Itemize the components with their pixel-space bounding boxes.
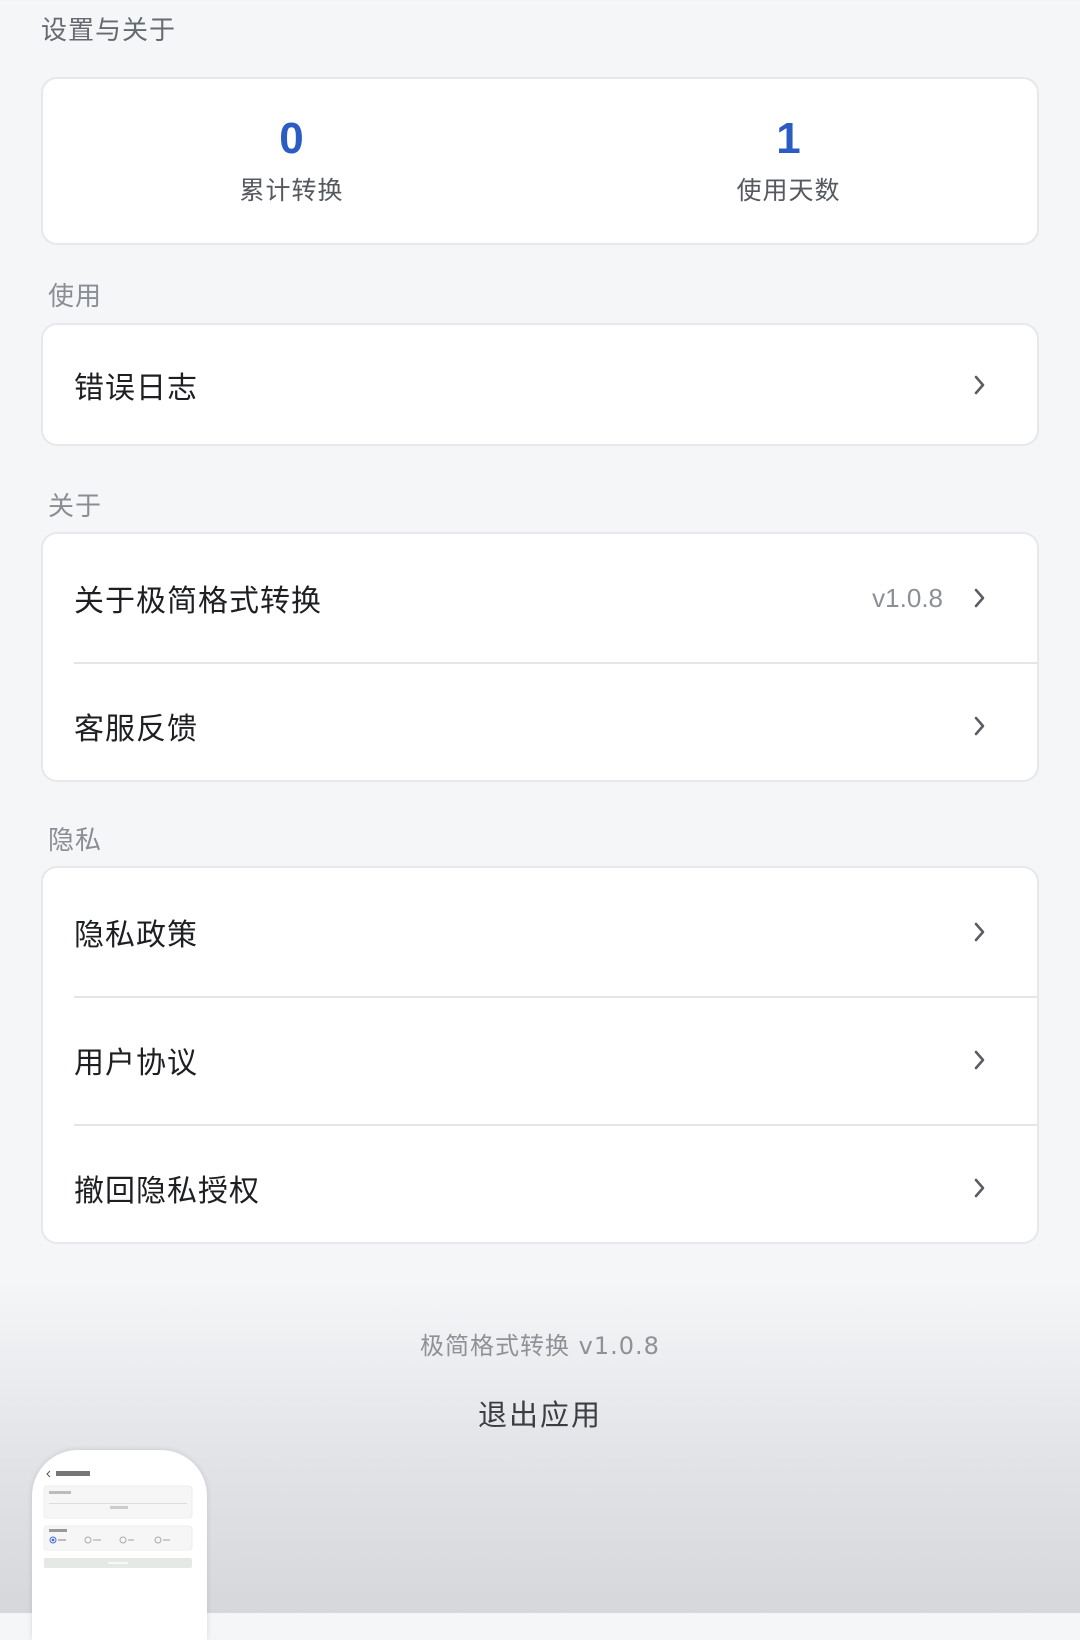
chevron-right-icon [967,585,993,611]
revoke-privacy-row[interactable]: 撤回隐私授权 [43,1124,1037,1242]
footer-version: 极简格式转换 v1.0.8 [420,1332,660,1360]
version-value: v1.0.8 [872,582,943,613]
customer-feedback-row[interactable]: 客服反馈 [43,662,1037,780]
privacy-card: 隐私政策 用户协议 撤回隐私授权 [41,866,1039,1244]
section-label-about: 关于 [48,492,103,522]
about-card: 关于极简格式转换 v1.0.8 客服反馈 [41,532,1039,782]
user-agreement-row[interactable]: 用户协议 [43,996,1037,1124]
stats-card: 0 累计转换 1 使用天数 [41,77,1039,245]
chevron-right-icon [967,1047,993,1073]
page-title: 设置与关于 [41,16,177,46]
about-app-row[interactable]: 关于极简格式转换 v1.0.8 [43,534,1037,662]
stat-label: 使用天数 [736,176,841,205]
stat-value: 1 [776,114,801,163]
row-label: 撤回隐私授权 [74,1174,260,1209]
error-log-row[interactable]: 错误日志 [43,325,1037,444]
row-label: 客服反馈 [74,712,198,747]
usage-card: 错误日志 [41,323,1039,446]
recent-app-thumbnail[interactable] [32,1450,207,1640]
row-label: 隐私政策 [74,918,198,953]
section-label-usage: 使用 [48,282,103,312]
chevron-right-icon [967,713,993,739]
privacy-policy-row[interactable]: 隐私政策 [43,868,1037,996]
chevron-right-icon [967,1175,993,1201]
row-label: 错误日志 [74,370,198,406]
stat-label: 累计转换 [239,176,344,205]
chevron-right-icon [967,919,993,945]
stat-value: 0 [279,114,304,163]
section-label-privacy: 隐私 [48,826,103,856]
stat-total-conversions: 0 累计转换 [43,79,540,243]
row-label: 关于极简格式转换 [74,584,322,619]
chevron-right-icon [967,372,993,398]
thumbnail-preview-image [43,1470,193,1568]
stat-days-used: 1 使用天数 [540,79,1037,243]
exit-app-button[interactable]: 退出应用 [430,1392,650,1442]
row-label: 用户协议 [74,1046,198,1081]
